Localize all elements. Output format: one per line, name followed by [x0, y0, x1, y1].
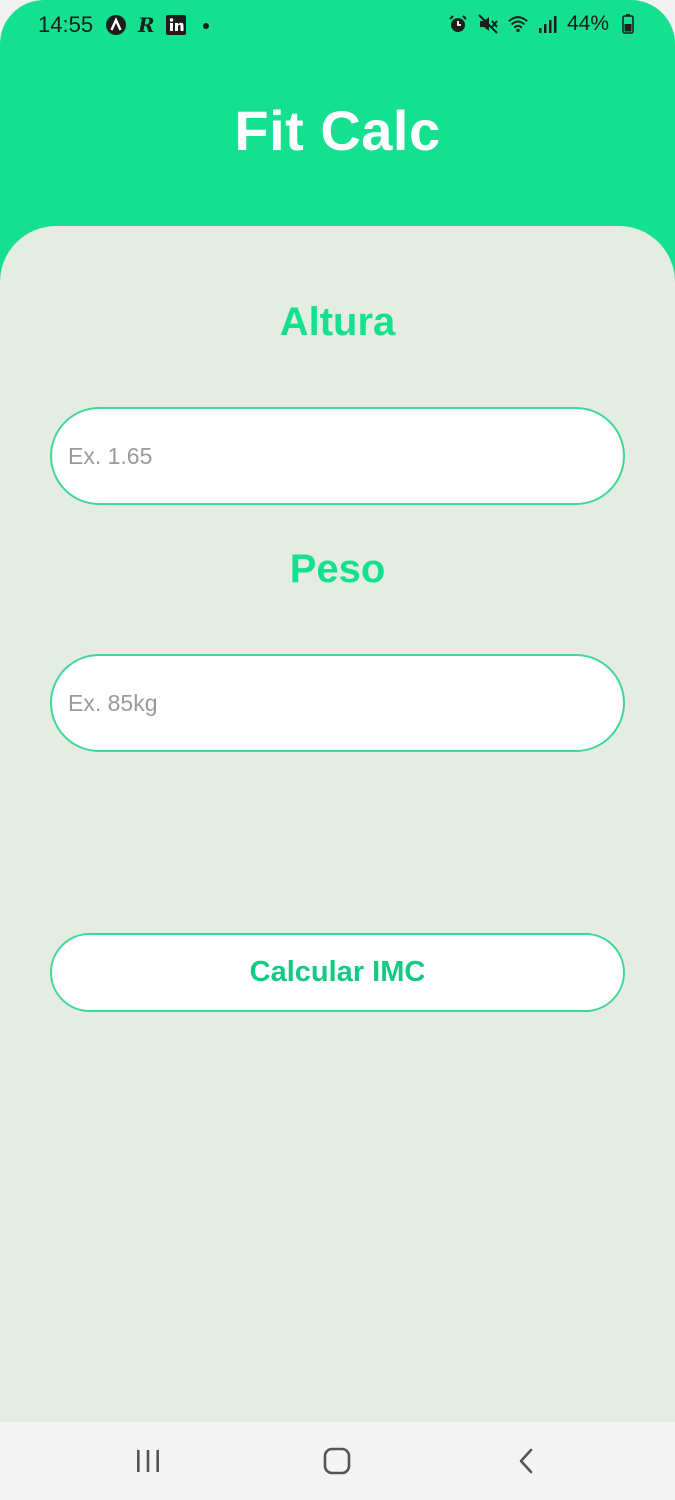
phone-screen: 14:55 R 44% Fit Calc Altura Ex. 1.65 Pes…: [0, 0, 675, 1500]
status-bar: 14:55 R 44%: [0, 0, 675, 50]
app-title: Fit Calc: [234, 99, 441, 162]
notification-dot-icon: [195, 14, 217, 36]
height-label: Altura: [279, 300, 396, 344]
battery-icon: [617, 13, 639, 35]
calculate-imc-button[interactable]: Calcular IMC: [50, 933, 625, 1012]
status-time: 14:55: [38, 12, 94, 37]
alarm-icon: [447, 13, 469, 35]
height-input[interactable]: [68, 442, 623, 470]
weight-input[interactable]: [68, 689, 623, 717]
home-icon[interactable]: [317, 1446, 357, 1476]
weight-field[interactable]: [50, 654, 625, 752]
arc-app-icon: [105, 14, 127, 36]
system-nav-bar: [0, 1422, 675, 1500]
wifi-icon: [507, 13, 529, 35]
mute-icon: [477, 13, 499, 35]
back-icon[interactable]: [506, 1446, 546, 1476]
linkedin-icon: [165, 14, 187, 36]
weight-label: Peso: [289, 547, 386, 591]
battery-percentage: 44%: [566, 12, 609, 35]
height-field[interactable]: [50, 407, 625, 505]
svg-text:R: R: [137, 14, 155, 36]
signal-icon: [537, 13, 559, 35]
recent-apps-icon[interactable]: [128, 1446, 168, 1476]
status-right: 44%: [447, 12, 639, 36]
r-app-icon: R: [135, 14, 157, 36]
form-card: Altura Peso Calcular IMC: [0, 226, 675, 1422]
status-left: 14:55 R: [38, 12, 217, 38]
